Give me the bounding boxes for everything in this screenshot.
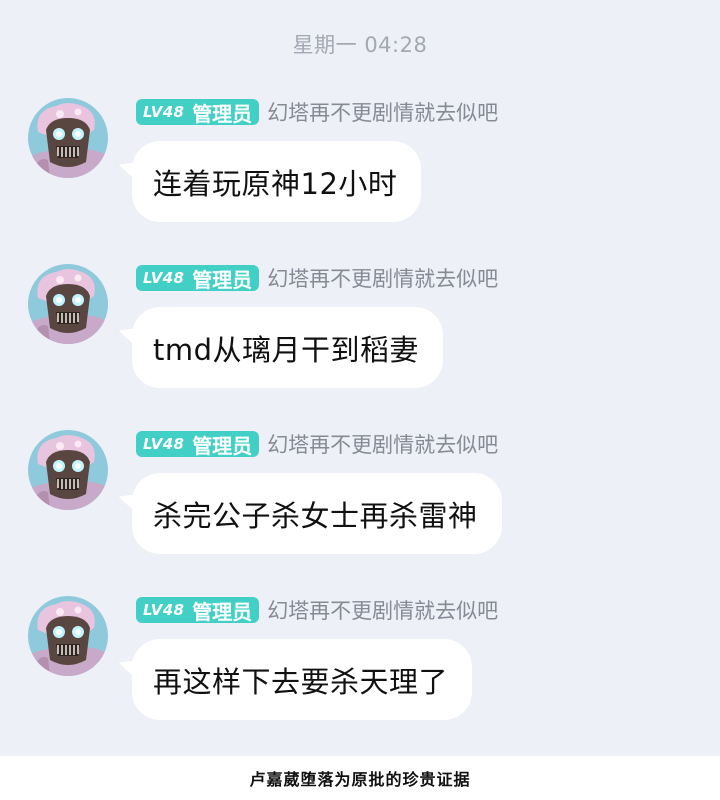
message-bubble[interactable]: 杀完公子杀女士再杀雷神 bbox=[132, 473, 502, 554]
message-bubble[interactable]: 再这样下去要杀天理了 bbox=[132, 639, 473, 720]
avatar[interactable] bbox=[28, 430, 108, 510]
image-caption: 卢嘉葳堕落为原批的珍贵证据 bbox=[0, 756, 720, 800]
masked-character-avatar-icon bbox=[28, 430, 108, 510]
avatar[interactable] bbox=[28, 264, 108, 344]
chat-message: LV48 管理员 幻塔再不更剧情就去似吧 tmd从璃月干到稻妻 bbox=[0, 264, 720, 404]
role-label: 管理员 bbox=[192, 599, 253, 624]
sender-nickname[interactable]: 幻塔再不更剧情就去似吧 bbox=[267, 595, 498, 625]
level-badge: LV48 管理员 bbox=[136, 597, 260, 624]
chat-message: LV48 管理员 幻塔再不更剧情就去似吧 连着玩原神12小时 bbox=[0, 98, 720, 238]
sender-info: LV48 管理员 幻塔再不更剧情就去似吧 bbox=[136, 98, 498, 126]
sender-nickname[interactable]: 幻塔再不更剧情就去似吧 bbox=[267, 263, 498, 293]
masked-character-avatar-icon bbox=[28, 264, 108, 344]
message-timestamp: 星期一 04:28 bbox=[292, 33, 428, 57]
sender-info: LV48 管理员 幻塔再不更剧情就去似吧 bbox=[136, 430, 498, 458]
level-label: LV48 bbox=[143, 601, 185, 619]
level-label: LV48 bbox=[143, 435, 185, 453]
avatar[interactable] bbox=[28, 98, 108, 178]
sender-info: LV48 管理员 幻塔再不更剧情就去似吧 bbox=[136, 264, 498, 292]
level-badge: LV48 管理员 bbox=[136, 431, 260, 458]
level-label: LV48 bbox=[143, 269, 185, 287]
level-label: LV48 bbox=[143, 103, 185, 121]
chat-message: LV48 管理员 幻塔再不更剧情就去似吧 再这样下去要杀天理了 bbox=[0, 596, 720, 736]
chat-area: 星期一 04:28 LV48 管理员 幻塔再不更剧情就去似吧 连着玩原神12小时… bbox=[0, 0, 720, 756]
avatar[interactable] bbox=[28, 596, 108, 676]
sender-nickname[interactable]: 幻塔再不更剧情就去似吧 bbox=[267, 97, 498, 127]
masked-character-avatar-icon bbox=[28, 596, 108, 676]
chat-message: LV48 管理员 幻塔再不更剧情就去似吧 杀完公子杀女士再杀雷神 bbox=[0, 430, 720, 570]
masked-character-avatar-icon bbox=[28, 98, 108, 178]
role-label: 管理员 bbox=[192, 267, 253, 292]
level-badge: LV48 管理员 bbox=[136, 99, 260, 126]
level-badge: LV48 管理员 bbox=[136, 265, 260, 292]
message-bubble[interactable]: tmd从璃月干到稻妻 bbox=[132, 307, 444, 388]
message-bubble[interactable]: 连着玩原神12小时 bbox=[132, 141, 422, 222]
sender-info: LV48 管理员 幻塔再不更剧情就去似吧 bbox=[136, 596, 498, 624]
role-label: 管理员 bbox=[192, 101, 253, 126]
role-label: 管理员 bbox=[192, 433, 253, 458]
sender-nickname[interactable]: 幻塔再不更剧情就去似吧 bbox=[267, 429, 498, 459]
